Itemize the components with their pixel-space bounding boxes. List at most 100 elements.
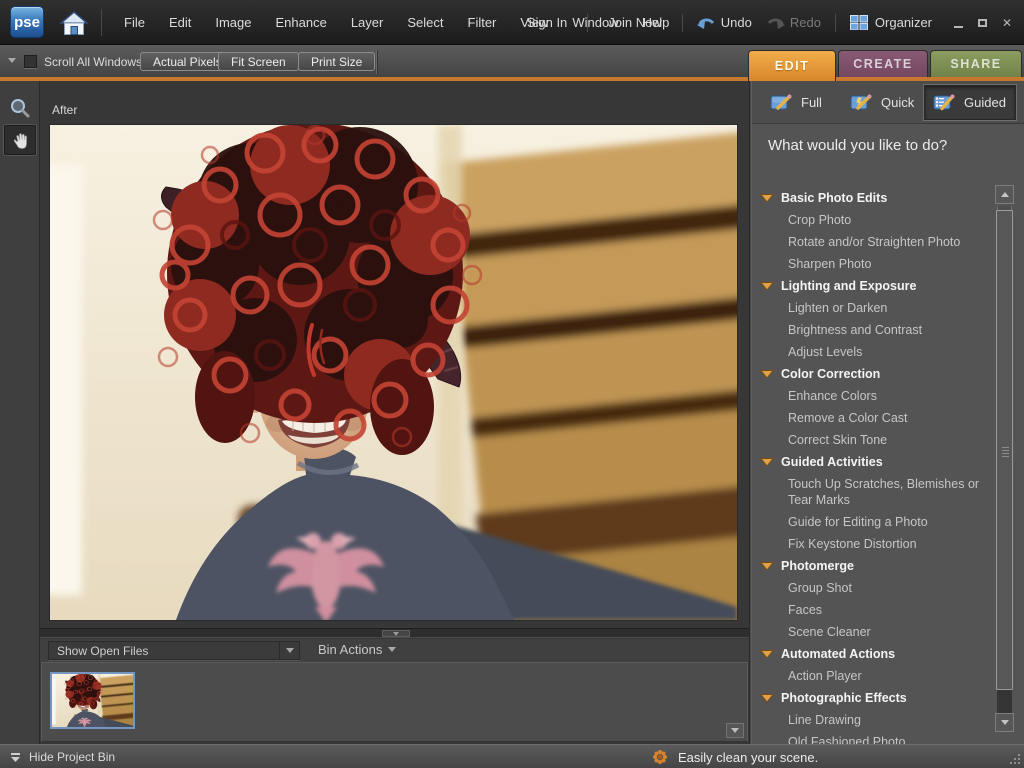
chevron-down-icon <box>388 647 396 652</box>
separator <box>587 14 588 32</box>
panel-scrollbar <box>995 185 1014 733</box>
home-icon <box>59 10 89 37</box>
menu-filter[interactable]: Filter <box>456 15 509 30</box>
bin-scroll-down-button[interactable] <box>726 723 744 738</box>
tab-share[interactable]: SHARE <box>930 50 1022 77</box>
guided-section-header[interactable]: Automated Actions <box>760 643 992 665</box>
section-collapse-icon <box>760 281 774 291</box>
section-collapse-icon <box>760 193 774 203</box>
menubar: pse FileEditImageEnhanceLayerSelectFilte… <box>0 0 1024 45</box>
redo-icon <box>766 16 785 30</box>
organizer-button[interactable]: Organizer <box>850 15 932 30</box>
menu-select[interactable]: Select <box>395 15 455 30</box>
menubar-separator <box>101 9 102 36</box>
tool-options-dropdown-icon[interactable] <box>8 58 16 63</box>
guided-list: Basic Photo EditsCrop PhotoRotate and/or… <box>760 187 992 753</box>
bin-splitter[interactable] <box>40 628 749 638</box>
menubar-right-cluster: Sign In Join Now Undo Redo <box>521 0 932 45</box>
close-button[interactable]: ✕ <box>1002 17 1012 29</box>
guided-section-header[interactable]: Basic Photo Edits <box>760 187 992 209</box>
redo-button[interactable]: Redo <box>766 15 821 30</box>
scroll-all-windows-label: Scroll All Windows <box>44 55 142 69</box>
guided-item[interactable]: Guide for Editing a Photo <box>760 511 993 533</box>
guided-item[interactable]: Line Drawing <box>760 709 993 731</box>
guided-section-header[interactable]: Color Correction <box>760 363 992 385</box>
guided-section-header[interactable]: Lighting and Exposure <box>760 275 992 297</box>
toolbar-separator <box>376 50 377 74</box>
quick-edit-icon <box>850 93 874 113</box>
minimize-button[interactable] <box>954 26 963 28</box>
undo-icon <box>697 16 716 30</box>
scrollbar-track-lower[interactable] <box>997 690 1012 713</box>
hand-tool[interactable] <box>4 125 36 155</box>
project-bin-controls: Show Open Files Bin Actions <box>40 639 749 662</box>
mode-guided-button[interactable]: Guided <box>924 85 1016 120</box>
guided-item[interactable]: Rotate and/or Straighten Photo <box>760 231 993 253</box>
collapse-bin-icon <box>10 752 21 763</box>
guided-section-header[interactable]: Photographic Effects <box>760 687 992 709</box>
guided-item[interactable]: Touch Up Scratches, Blemishes or Tear Ma… <box>760 473 993 511</box>
chevron-down-icon <box>286 648 294 653</box>
join-now-link[interactable]: Join Now <box>602 15 667 30</box>
magnifier-icon <box>9 97 31 119</box>
mode-quick-button[interactable]: Quick <box>842 85 922 120</box>
undo-button[interactable]: Undo <box>697 15 752 30</box>
print-size-button[interactable]: Print Size <box>298 52 375 71</box>
section-collapse-icon <box>760 693 774 703</box>
maximize-button[interactable] <box>978 19 987 27</box>
guided-item[interactable]: Fix Keystone Distortion <box>760 533 993 555</box>
menu-enhance[interactable]: Enhance <box>264 15 339 30</box>
fit-screen-button[interactable]: Fit Screen <box>218 52 299 71</box>
scrollbar-grip <box>1002 447 1009 459</box>
guided-item[interactable]: Faces <box>760 599 993 621</box>
tip-flower-icon <box>652 749 668 765</box>
open-file-thumbnail[interactable] <box>50 672 135 729</box>
scrollbar-up-button[interactable] <box>995 185 1014 204</box>
guided-item[interactable]: Correct Skin Tone <box>760 429 993 451</box>
scrollbar-down-button[interactable] <box>995 713 1014 732</box>
bin-splitter-handle[interactable] <box>382 630 410 637</box>
full-edit-icon <box>770 93 794 113</box>
menu-edit[interactable]: Edit <box>157 15 203 30</box>
guided-item[interactable]: Sharpen Photo <box>760 253 993 275</box>
bin-actions-menu[interactable]: Bin Actions <box>318 642 396 657</box>
section-collapse-icon <box>760 369 774 379</box>
tool-strip <box>0 81 40 744</box>
edit-mode-row: Full Quick <box>752 81 1024 124</box>
guided-item[interactable]: Adjust Levels <box>760 341 993 363</box>
statusbar: Hide Project Bin Easily clean your scene… <box>0 744 1024 768</box>
tab-edit[interactable]: EDIT <box>748 50 836 81</box>
separator <box>682 14 683 32</box>
menu-file[interactable]: File <box>112 15 157 30</box>
guided-item[interactable]: Scene Cleaner <box>760 621 993 643</box>
photo-after-view[interactable] <box>50 125 737 620</box>
home-button[interactable] <box>56 7 92 39</box>
scrollbar-thumb[interactable] <box>996 210 1013 690</box>
guided-section-header[interactable]: Guided Activities <box>760 451 992 473</box>
scroll-all-windows-checkbox[interactable] <box>24 55 37 68</box>
guided-item[interactable]: Remove a Color Cast <box>760 407 993 429</box>
guided-item[interactable]: Lighten or Darken <box>760 297 993 319</box>
show-open-files-dropdown[interactable]: Show Open Files <box>48 641 300 660</box>
guided-item[interactable]: Group Shot <box>760 577 993 599</box>
sign-in-link[interactable]: Sign In <box>521 15 573 30</box>
workspace: After <box>0 81 749 744</box>
menu-image[interactable]: Image <box>203 15 263 30</box>
resize-grip[interactable] <box>1010 754 1021 765</box>
guided-section-header[interactable]: Photomerge <box>760 555 992 577</box>
guided-item[interactable]: Brightness and Contrast <box>760 319 993 341</box>
application-window: pse FileEditImageEnhanceLayerSelectFilte… <box>0 0 1024 768</box>
tab-create[interactable]: CREATE <box>838 50 928 77</box>
mode-full-button[interactable]: Full <box>762 85 830 120</box>
section-collapse-icon <box>760 561 774 571</box>
hide-project-bin-button[interactable]: Hide Project Bin <box>10 745 115 768</box>
view-label: After <box>52 103 77 117</box>
menu-layer[interactable]: Layer <box>339 15 396 30</box>
section-collapse-icon <box>760 457 774 467</box>
guided-item[interactable]: Crop Photo <box>760 209 993 231</box>
guided-item[interactable]: Action Player <box>760 665 993 687</box>
guided-edit-panel: Full Quick <box>752 81 1024 744</box>
zoom-tool[interactable] <box>4 93 36 123</box>
pse-logo[interactable]: pse <box>10 6 44 38</box>
guided-item[interactable]: Enhance Colors <box>760 385 993 407</box>
